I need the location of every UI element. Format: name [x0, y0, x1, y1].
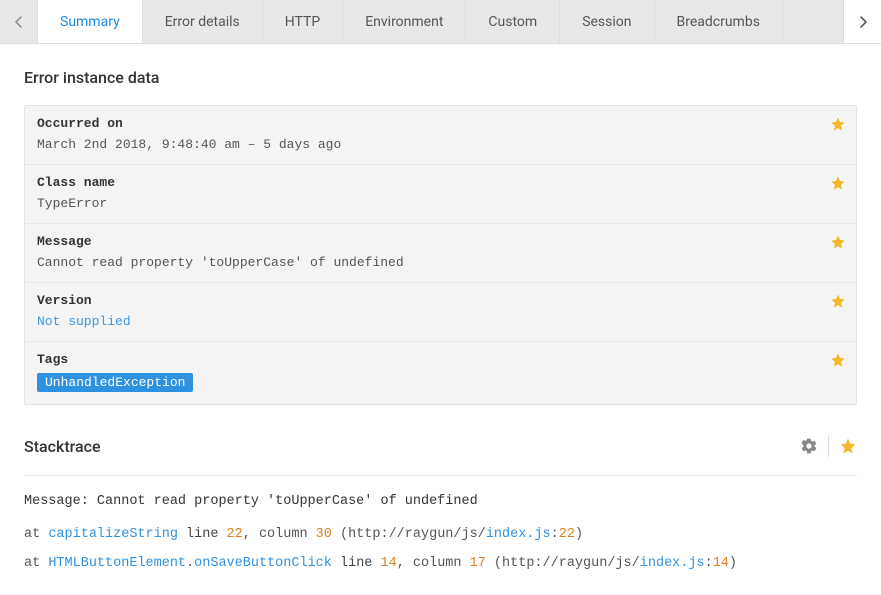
frame-col-sep: , column [243, 527, 316, 542]
frame-function-dot: . [186, 556, 194, 571]
frame-column-number: 17 [470, 556, 486, 571]
field-value: Cannot read property 'toUpperCase' of un… [37, 255, 844, 270]
section-title-stacktrace: Stacktrace [24, 437, 101, 456]
tab-summary[interactable]: Summary [38, 0, 143, 43]
tabs-bar: Summary Error details HTTP Environment C… [0, 0, 881, 44]
frame-file[interactable]: index.js [640, 556, 705, 571]
tab-custom[interactable]: Custom [466, 0, 560, 43]
divider [24, 475, 857, 476]
field-label: Version [37, 293, 844, 308]
frame-close: ) [575, 527, 583, 542]
tab-session[interactable]: Session [560, 0, 654, 43]
tab-label: Session [582, 14, 631, 30]
field-label: Message [37, 234, 844, 249]
field-label: Tags [37, 352, 844, 367]
tab-label: Custom [488, 14, 537, 30]
star-icon[interactable] [830, 293, 846, 309]
frame-line-kw: line [178, 527, 227, 542]
tab-label: HTTP [285, 14, 320, 30]
message-prefix: Message: [24, 494, 97, 509]
frame-url: http://raygun/js/ [502, 556, 640, 571]
tab-label: Summary [60, 14, 120, 30]
message-text: Cannot read property 'toUpperCase' of un… [97, 494, 478, 509]
star-icon[interactable] [830, 116, 846, 132]
field-label: Class name [37, 175, 844, 190]
row-tags: Tags UnhandledException [25, 342, 856, 404]
field-value-link[interactable]: Not supplied [37, 314, 844, 329]
frame-function[interactable]: capitalizeString [48, 527, 178, 542]
frame-colon: : [551, 527, 559, 542]
field-value: March 2nd 2018, 9:48:40 am – 5 days ago [37, 137, 844, 152]
gear-icon[interactable] [800, 437, 818, 455]
frame-at: at [24, 527, 48, 542]
field-label: Occurred on [37, 116, 844, 131]
stacktrace-actions [800, 435, 857, 457]
frame-column-number: 30 [316, 527, 332, 542]
tab-breadcrumbs[interactable]: Breadcrumbs [655, 0, 783, 43]
row-occurred-on: Occurred on March 2nd 2018, 9:48:40 am –… [25, 106, 856, 165]
field-value: UnhandledException [37, 373, 844, 392]
stacktrace-message: Message: Cannot read property 'toUpperCa… [24, 494, 857, 509]
frame-line-kw: line [332, 556, 381, 571]
tabs-scroll-left[interactable] [0, 0, 38, 43]
frame-function-prefix[interactable]: HTMLButtonElement [48, 556, 186, 571]
row-class-name: Class name TypeError [25, 165, 856, 224]
tabs-list: Summary Error details HTTP Environment C… [38, 0, 843, 43]
stacktrace-header: Stacktrace [24, 435, 857, 457]
frame-line-number: 14 [381, 556, 397, 571]
instance-panel: Occurred on March 2nd 2018, 9:48:40 am –… [24, 105, 857, 405]
tab-label: Error details [165, 14, 240, 30]
tabs-scroll-right[interactable] [843, 0, 881, 43]
frame-file-line: 14 [713, 556, 729, 571]
section-title-instance: Error instance data [24, 68, 857, 87]
star-icon[interactable] [830, 352, 846, 368]
tab-label: Breadcrumbs [677, 14, 760, 30]
stacktrace-frame: at HTMLButtonElement.onSaveButtonClick l… [24, 556, 857, 571]
frame-function[interactable]: onSaveButtonClick [194, 556, 332, 571]
frame-close: ) [729, 556, 737, 571]
tab-http[interactable]: HTTP [263, 0, 343, 43]
frame-line-number: 22 [227, 527, 243, 542]
tab-label: Environment [365, 14, 443, 30]
row-version: Version Not supplied [25, 283, 856, 342]
tab-error-details[interactable]: Error details [143, 0, 263, 43]
frame-colon: : [705, 556, 713, 571]
tag-pill[interactable]: UnhandledException [37, 373, 193, 392]
frame-open: ( [486, 556, 502, 571]
frame-file-line: 22 [559, 527, 575, 542]
divider [828, 435, 829, 457]
row-message: Message Cannot read property 'toUpperCas… [25, 224, 856, 283]
star-icon[interactable] [830, 234, 846, 250]
frame-file[interactable]: index.js [486, 527, 551, 542]
frame-url: http://raygun/js/ [348, 527, 486, 542]
field-value: TypeError [37, 196, 844, 211]
star-icon[interactable] [830, 175, 846, 191]
star-icon[interactable] [839, 437, 857, 455]
frame-open: ( [332, 527, 348, 542]
stacktrace-frame: at capitalizeString line 22, column 30 (… [24, 527, 857, 542]
frame-col-sep: , column [397, 556, 470, 571]
tab-environment[interactable]: Environment [343, 0, 466, 43]
frame-at: at [24, 556, 48, 571]
